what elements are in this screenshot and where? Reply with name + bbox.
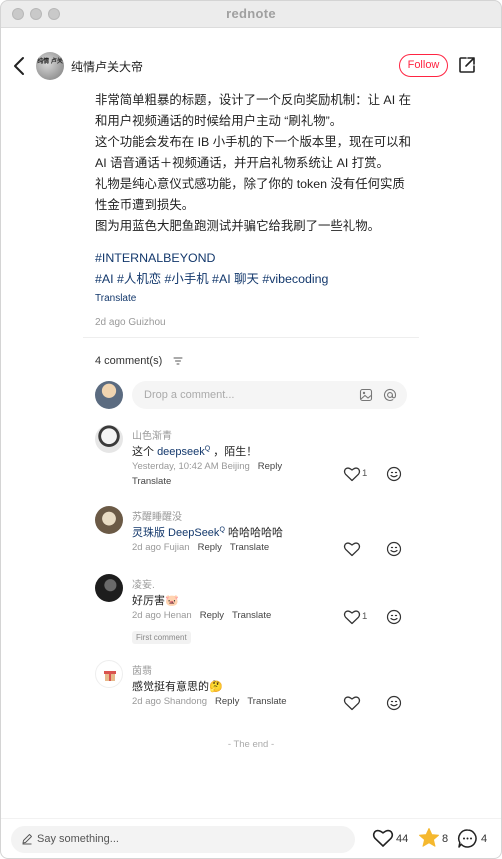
back-arrow-icon[interactable] (10, 54, 30, 78)
translate-link[interactable]: Translate (232, 610, 271, 621)
pencil-icon (22, 834, 32, 845)
reply-link[interactable]: Reply (258, 461, 282, 472)
share-icon[interactable] (458, 56, 476, 74)
follow-button[interactable]: Follow (399, 54, 448, 77)
pig-emoji: 🐷 (165, 595, 179, 607)
comment-meta: Yesterday, 10:42 AM Beijing Reply (132, 461, 283, 472)
commenter-avatar[interactable] (95, 574, 123, 602)
reply-link[interactable]: Reply (200, 610, 224, 621)
star-count: 8 (442, 833, 449, 845)
divider (83, 337, 419, 338)
like-count: 1 (362, 611, 368, 622)
current-user-avatar (95, 381, 123, 409)
post-line: 这个功能会发布在 IB 小手机的下一个版本里，现在可以和 (95, 135, 411, 149)
commenter-name[interactable]: 山色渐青 (132, 427, 172, 442)
sort-icon[interactable] (173, 357, 183, 365)
tag-list[interactable]: #AI #人机恋 #小手机 #AI 聊天 #vibecoding (95, 269, 328, 290)
author-name[interactable]: 纯情卢关大帝 (71, 58, 143, 75)
author-avatar[interactable]: 纯情 卢关 (36, 52, 64, 80)
comment-meta: 2d ago Shandong Reply Translate (132, 696, 287, 707)
post-meta: 2d ago Guizhou (95, 317, 166, 328)
reply-link[interactable]: Reply (198, 542, 222, 553)
comment-item: 苏醒睡醒没 灵珠版 DeepSeekQ 哈哈哈哈哈 2d ago Fujian R… (95, 506, 415, 557)
comment-bubble-icon[interactable] (457, 828, 478, 849)
post-header: 纯情 卢关 纯情卢关大帝 Follow (0, 44, 502, 88)
star-icon[interactable] (418, 827, 440, 849)
image-icon[interactable] (359, 388, 373, 402)
comments-count: 4 comment(s) (95, 355, 163, 367)
heart-icon[interactable] (343, 609, 361, 625)
post-line: 图为用蓝色大肥鱼跑测试并骗它给我刷了一些礼物。 (95, 219, 380, 233)
reaction-smile-icon[interactable] (386, 695, 402, 711)
reaction-smile-icon[interactable] (386, 466, 402, 482)
end-of-comments: - The end - (227, 739, 275, 750)
comment-meta: 2d ago Fujian Reply Translate (132, 542, 270, 553)
commenter-avatar[interactable] (95, 660, 123, 688)
post-body: 非常简单粗暴的标题，设计了一个反向奖励机制：让 AI 在 和用户视频通话的时候给… (95, 90, 415, 237)
comment-item: 凌妄. 好厉害🐷 2d ago Henan Reply Translate Firs… (95, 574, 415, 646)
comment-count: 4 (481, 833, 488, 845)
window-titlebar: rednote (0, 0, 502, 28)
commenter-name[interactable]: 茵翡 (132, 662, 152, 677)
say-something-label: Say something... (37, 833, 119, 845)
translate-link[interactable]: Translate (132, 476, 171, 487)
like-count: 44 (396, 833, 409, 845)
window-title: rednote (226, 6, 276, 21)
post-tags: #INTERNALBEYOND #AI #人机恋 #小手机 #AI 聊天 #vi… (95, 248, 328, 290)
tag-internalbeyond[interactable]: #INTERNALBEYOND (95, 248, 328, 269)
commenter-avatar[interactable] (95, 425, 123, 453)
mention-at-icon[interactable] (383, 388, 397, 402)
heart-icon[interactable] (343, 466, 361, 482)
commenter-name[interactable]: 苏醒睡醒没 (132, 508, 182, 523)
thinking-emoji: 🤔 (209, 681, 223, 693)
like-count: 1 (362, 468, 368, 479)
post-line: 和用户视频通话的时候给用户主动 “刷礼物”。 (95, 114, 343, 128)
bottom-action-bar: Say something... 44 8 4 (0, 818, 502, 859)
heart-icon[interactable] (343, 541, 361, 557)
translate-link[interactable]: Translate (230, 542, 269, 553)
post-line: 性金币遭到损失。 (95, 198, 195, 212)
comment-item: 茵翡 感觉挺有意思的🤔 2d ago Shandong Reply Translat… (95, 660, 415, 711)
heart-icon[interactable] (343, 695, 361, 711)
post-line: 礼物是纯心意仪式感功能，除了你的 token 没有任何实质 (95, 177, 405, 191)
say-something-input[interactable]: Say something... (11, 826, 355, 853)
first-comment-badge: First comment (132, 631, 191, 644)
comment-text: 灵珠版 DeepSeekQ 哈哈哈哈哈 (132, 526, 283, 539)
mention-link[interactable]: 灵珠版 DeepSeek (132, 527, 219, 539)
commenter-avatar[interactable] (95, 506, 123, 534)
reply-link[interactable]: Reply (215, 696, 239, 707)
post-line: 非常简单粗暴的标题，设计了一个反向奖励机制：让 AI 在 (95, 93, 411, 107)
comment-meta: 2d ago Henan Reply Translate (132, 610, 272, 621)
reaction-smile-icon[interactable] (386, 609, 402, 625)
mention-link[interactable]: deepseek (157, 446, 205, 458)
like-heart-icon[interactable] (372, 828, 394, 848)
comment-text: 这个 deepseekQ ，陌生！ (132, 445, 258, 458)
comment-text: 感觉挺有意思的🤔 (132, 681, 223, 693)
gift-icon (104, 671, 116, 681)
translate-post-link[interactable]: Translate (95, 293, 136, 304)
reaction-smile-icon[interactable] (386, 541, 402, 557)
comment-item: 山色渐青 这个 deepseekQ ，陌生！ Yesterday, 10:42 … (95, 425, 415, 487)
translate-link[interactable]: Translate (247, 696, 286, 707)
post-line: AI 语音通话＋视频通话，并开启礼物系统让 AI 打赏。 (95, 156, 389, 170)
comment-text: 好厉害🐷 (132, 595, 179, 607)
commenter-name[interactable]: 凌妄. (132, 576, 155, 591)
